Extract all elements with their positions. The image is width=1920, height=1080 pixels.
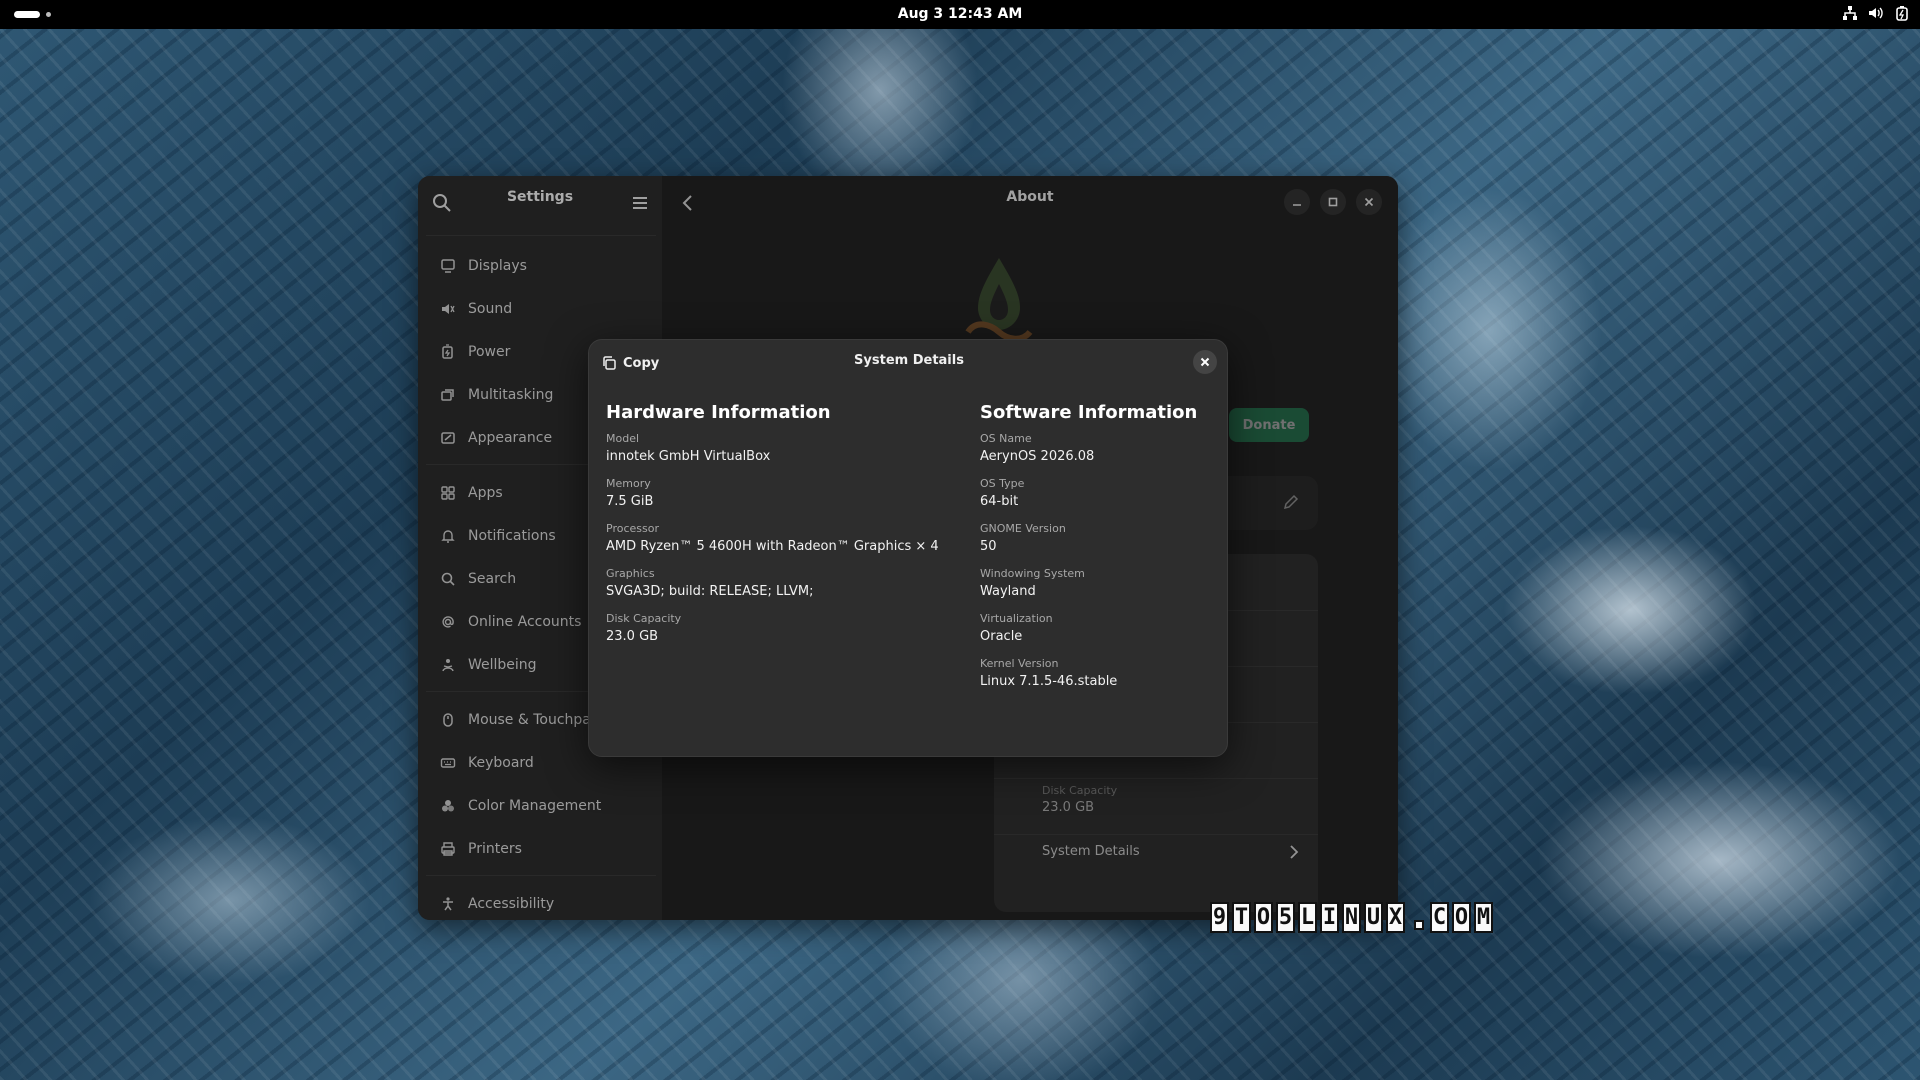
system-tray[interactable] [1842,5,1910,21]
info-field: Graphics SVGA3D; build: RELEASE; LLVM; [606,567,906,612]
field-value: 23.0 GB [606,629,659,644]
field-value: 64-bit [980,494,1019,509]
watermark-letter: O [1452,902,1471,933]
field-value: AerynOS 2026.08 [980,449,1095,464]
hardware-section: Hardware Information Model innotek GmbH V… [606,402,939,657]
field-label: OS Type [980,477,1025,490]
field-label: Kernel Version [980,657,1059,670]
software-section: Software Information OS Name AerynOS 2026… [980,402,1280,702]
field-label: Virtualization [980,612,1053,625]
watermark-letter: 9 [1210,902,1229,933]
field-label: Processor [606,522,659,535]
info-field: Windowing System Wayland [980,567,1280,612]
watermark-letter: T [1232,902,1251,933]
clock[interactable]: Aug 3 12:43 AM [0,6,1920,22]
system-details-dialog: Copy System Details Hardware Information… [588,339,1228,757]
software-heading: Software Information [980,402,1198,423]
watermark-letter: L [1298,902,1317,933]
field-value: 7.5 GiB [606,494,654,509]
info-field: OS Type 64-bit [980,477,1280,522]
field-value: 50 [980,539,997,554]
info-field: GNOME Version 50 [980,522,1280,567]
watermark-letter: N [1342,902,1361,933]
field-value: SVGA3D; build: RELEASE; LLVM; [606,584,814,599]
field-value: Wayland [980,584,1036,599]
watermark-letter [1408,902,1427,933]
watermark-letter: X [1386,902,1405,933]
field-value: innotek GmbH VirtualBox [606,449,771,464]
field-label: Disk Capacity [606,612,682,625]
field-label: Graphics [606,567,655,580]
network-icon[interactable] [1842,5,1858,21]
watermark-letter: O [1254,902,1273,933]
watermark-letter: C [1430,902,1449,933]
info-field: Memory 7.5 GiB [606,477,906,522]
watermark-letter: 5 [1276,902,1295,933]
close-icon [1200,357,1210,367]
volume-icon[interactable] [1868,5,1884,21]
dialog-title: System Details [854,353,964,368]
field-label: Windowing System [980,567,1085,580]
field-value: Oracle [980,629,1023,644]
watermark-letter: U [1364,902,1383,933]
info-field: OS Name AerynOS 2026.08 [980,432,1280,477]
battery-icon[interactable] [1894,5,1910,21]
info-field: Model innotek GmbH VirtualBox [606,432,906,477]
watermark-logo: 9TO5LINUXCOM [1210,902,1493,933]
field-value: Linux 7.1.5-46.stable [980,674,1118,689]
info-field: Disk Capacity 23.0 GB [606,612,906,657]
watermark-letter: I [1320,902,1339,933]
field-value: AMD Ryzen™ 5 4600H with Radeon™ Graphics… [606,539,939,554]
hardware-heading: Hardware Information [606,402,831,423]
top-bar: Aug 3 12:43 AM [0,0,1920,29]
field-label: Memory [606,477,651,490]
info-field: Virtualization Oracle [980,612,1280,657]
info-field: Kernel Version Linux 7.1.5-46.stable [980,657,1280,702]
field-label: OS Name [980,432,1032,445]
close-dialog-button[interactable] [1193,350,1217,374]
field-label: Model [606,432,640,445]
watermark-letter: M [1474,902,1493,933]
info-field: Processor AMD Ryzen™ 5 4600H with Radeon™… [606,522,939,567]
field-label: GNOME Version [980,522,1066,535]
